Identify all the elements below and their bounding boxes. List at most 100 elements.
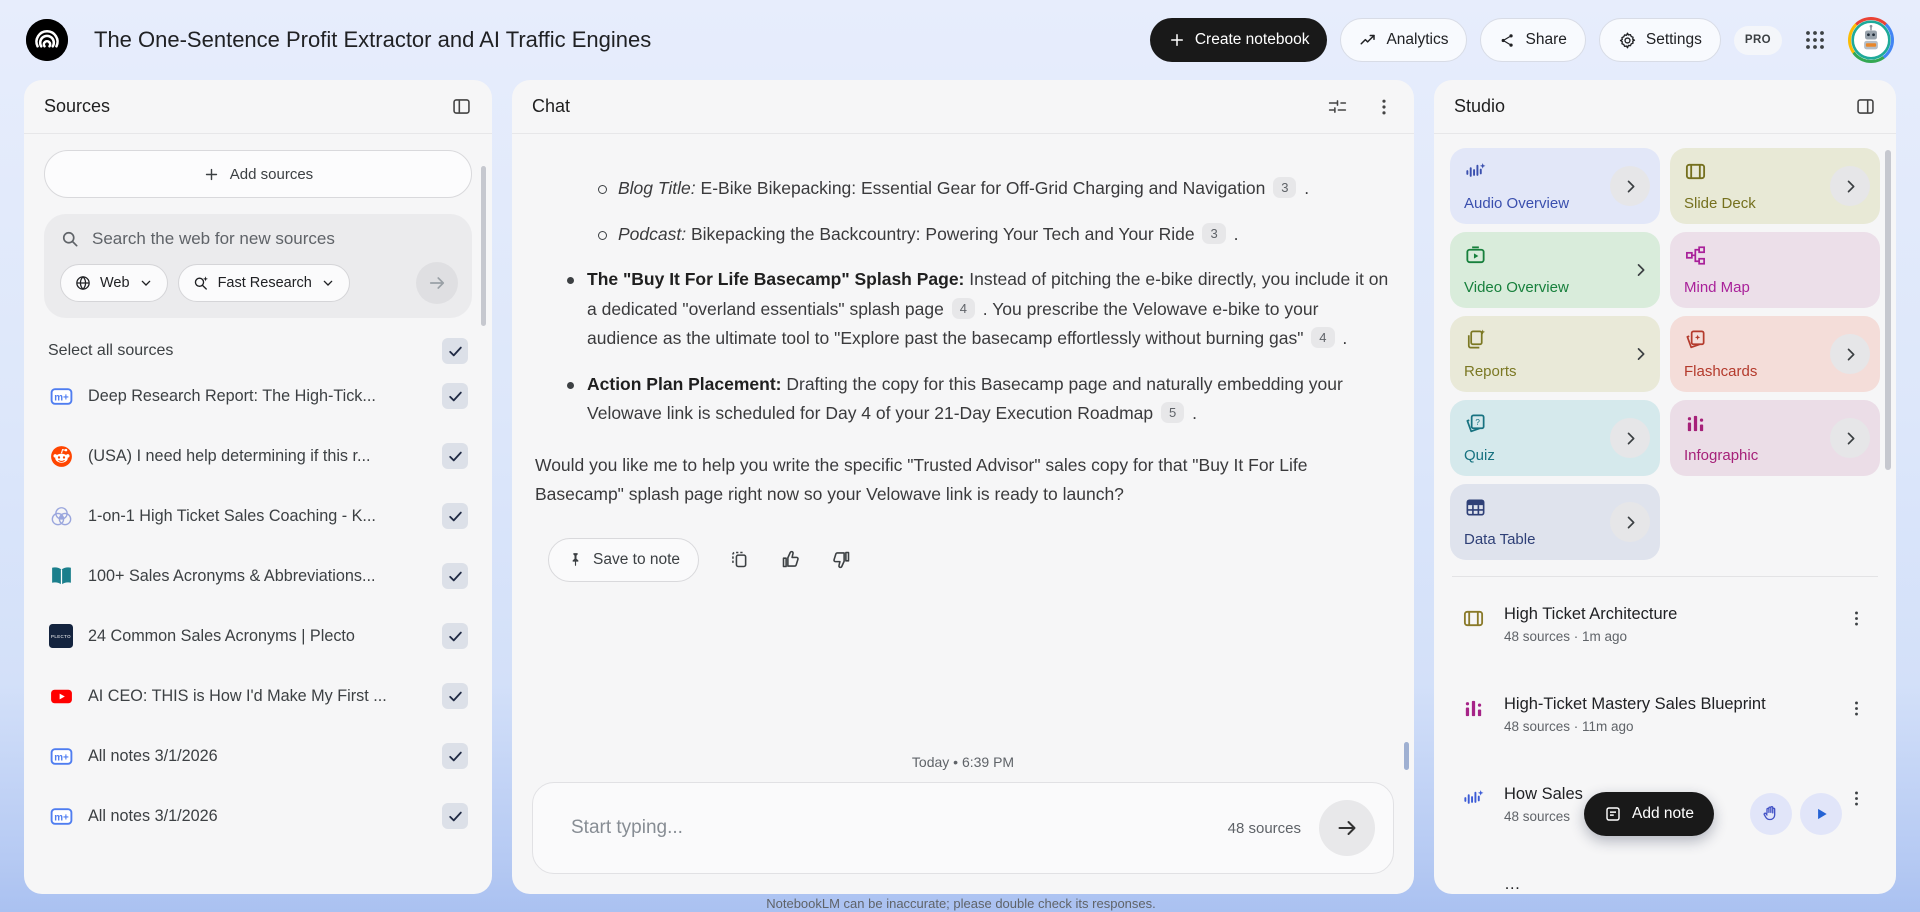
chat-input-bar: 48 sources xyxy=(532,782,1394,874)
chat-menu-icon[interactable] xyxy=(1374,97,1394,117)
chevron-right-icon[interactable] xyxy=(1610,418,1650,458)
note-menu-icon[interactable] xyxy=(1841,695,1872,722)
globe-icon xyxy=(74,274,92,292)
play-button[interactable] xyxy=(1800,793,1842,835)
send-button[interactable] xyxy=(1319,800,1375,856)
avatar[interactable] xyxy=(1848,17,1894,63)
share-icon xyxy=(1499,32,1516,49)
source-row[interactable]: PLECTO 24 Common Sales Acronyms | Plecto xyxy=(44,606,472,666)
settings-button[interactable]: Settings xyxy=(1598,18,1721,62)
tile-audio-overview[interactable]: Audio Overview xyxy=(1450,148,1660,224)
chat-scrollbar[interactable] xyxy=(1404,742,1409,770)
collapse-panel-icon[interactable] xyxy=(451,96,472,117)
search-input[interactable] xyxy=(92,229,458,249)
citation-chip[interactable]: 3 xyxy=(1202,222,1226,244)
note-menu-icon[interactable] xyxy=(1860,875,1872,883)
tile-flashcards[interactable]: Flashcards xyxy=(1670,316,1880,392)
add-sources-button[interactable]: Add sources xyxy=(44,150,472,198)
web-search-card: Web Fast Research xyxy=(44,214,472,318)
web-filter-chip[interactable]: Web xyxy=(60,264,168,302)
analytics-button[interactable]: Analytics xyxy=(1340,18,1468,62)
svg-text:m+: m+ xyxy=(54,752,69,763)
search-icon xyxy=(60,229,80,249)
source-checkbox[interactable] xyxy=(442,443,468,469)
sources-panel: Sources Add sources Web xyxy=(24,80,492,894)
apps-grid-icon[interactable] xyxy=(1795,20,1835,60)
mindmap-icon xyxy=(1684,244,1866,267)
save-to-note-button[interactable]: Save to note xyxy=(548,537,700,582)
chevron-right-icon[interactable] xyxy=(1631,261,1650,280)
tile-quiz[interactable]: ? Quiz xyxy=(1450,400,1660,476)
chevron-right-icon[interactable] xyxy=(1830,418,1870,458)
plecto-source-icon: PLECTO xyxy=(48,623,74,649)
note-menu-icon[interactable] xyxy=(1841,785,1872,812)
notebooklm-logo[interactable] xyxy=(26,19,68,61)
sources-panel-title: Sources xyxy=(44,96,111,116)
chevron-right-icon[interactable] xyxy=(1610,166,1650,206)
tile-mind-map[interactable]: Mind Map xyxy=(1670,232,1880,308)
source-checkbox[interactable] xyxy=(442,563,468,589)
citation-chip[interactable]: 4 xyxy=(951,297,975,319)
source-checkbox[interactable] xyxy=(442,623,468,649)
source-row[interactable]: AI CEO: THIS is How I'd Make My First ..… xyxy=(44,666,472,726)
note-title: High Ticket Architecture xyxy=(1504,605,1678,623)
source-checkbox[interactable] xyxy=(442,683,468,709)
source-row[interactable]: m+ All notes 3/1/2026 xyxy=(44,786,472,846)
citation-chip[interactable]: 3 xyxy=(1273,177,1297,198)
hand-wave-icon xyxy=(1761,804,1781,824)
reddit-source-icon xyxy=(48,443,74,469)
studio-scrollbar[interactable] xyxy=(1885,150,1891,470)
source-checkbox[interactable] xyxy=(442,503,468,529)
select-all-checkbox[interactable] xyxy=(442,338,468,364)
note-row[interactable]: … xyxy=(1456,859,1878,894)
chat-input[interactable] xyxy=(571,817,1216,839)
chat-bullet: The "Buy It For Life Basecamp" Splash Pa… xyxy=(534,265,1394,354)
tile-reports[interactable]: Reports xyxy=(1450,316,1660,392)
source-title: (USA) I need help determining if this r.… xyxy=(88,446,371,465)
plus-icon xyxy=(1168,31,1186,49)
share-button[interactable]: Share xyxy=(1480,18,1586,62)
citation-chip[interactable]: 5 xyxy=(1161,402,1185,423)
copy-icon[interactable] xyxy=(729,549,750,570)
workspace: Sources Add sources Web xyxy=(0,80,1920,894)
mplus-source-icon: m+ xyxy=(48,383,74,409)
search-submit-button[interactable] xyxy=(416,262,458,304)
trending-icon xyxy=(1359,31,1377,49)
chevron-right-icon[interactable] xyxy=(1830,166,1870,206)
collapse-panel-icon[interactable] xyxy=(1855,96,1876,117)
source-checkbox[interactable] xyxy=(442,803,468,829)
source-checkbox[interactable] xyxy=(442,383,468,409)
chat-timestamp: Today • 6:39 PM xyxy=(911,754,1015,770)
source-row[interactable]: m+ All notes 3/1/2026 xyxy=(44,726,472,786)
tile-data-table[interactable]: Data Table xyxy=(1450,484,1660,560)
source-row[interactable]: (USA) I need help determining if this r.… xyxy=(44,426,472,486)
thumbs-up-icon[interactable] xyxy=(780,549,801,570)
source-list: m+ Deep Research Report: The High-Tick..… xyxy=(44,366,472,846)
citation-chip[interactable]: 4 xyxy=(1311,327,1335,348)
chat-settings-icon[interactable] xyxy=(1327,96,1348,117)
interactive-mode-button[interactable] xyxy=(1750,793,1792,835)
note-row[interactable]: High-Ticket Mastery Sales Blueprint 48 s… xyxy=(1456,679,1878,769)
source-title: All notes 3/1/2026 xyxy=(88,806,218,825)
note-meta: 48 sources · 1m ago xyxy=(1504,629,1628,644)
note-add-icon xyxy=(1604,805,1622,823)
thumbs-down-icon[interactable] xyxy=(831,549,852,570)
note-menu-icon[interactable] xyxy=(1841,605,1872,632)
source-row[interactable]: 1-on-1 High Ticket Sales Coaching - K... xyxy=(44,486,472,546)
tile-video-overview[interactable]: Video Overview xyxy=(1450,232,1660,308)
chevron-right-icon[interactable] xyxy=(1631,345,1650,364)
chevron-right-icon[interactable] xyxy=(1610,502,1650,542)
tile-slide-deck[interactable]: Slide Deck xyxy=(1670,148,1880,224)
add-note-button[interactable]: Add note xyxy=(1584,792,1715,836)
tile-infographic[interactable]: Infographic xyxy=(1670,400,1880,476)
chat-paragraph: Would you like me to help you write the … xyxy=(535,454,1308,505)
research-mode-chip[interactable]: Fast Research xyxy=(177,264,350,302)
source-checkbox[interactable] xyxy=(442,743,468,769)
sources-scrollbar[interactable] xyxy=(481,166,486,326)
chat-bullet: Action Plan Placement: Drafting the copy… xyxy=(534,370,1394,429)
chevron-right-icon[interactable] xyxy=(1830,334,1870,374)
create-notebook-button[interactable]: Create notebook xyxy=(1149,18,1328,62)
source-row[interactable]: 100+ Sales Acronyms & Abbreviations... xyxy=(44,546,472,606)
note-row[interactable]: High Ticket Architecture 48 sources · 1m… xyxy=(1456,589,1878,679)
source-row[interactable]: m+ Deep Research Report: The High-Tick..… xyxy=(44,366,472,426)
